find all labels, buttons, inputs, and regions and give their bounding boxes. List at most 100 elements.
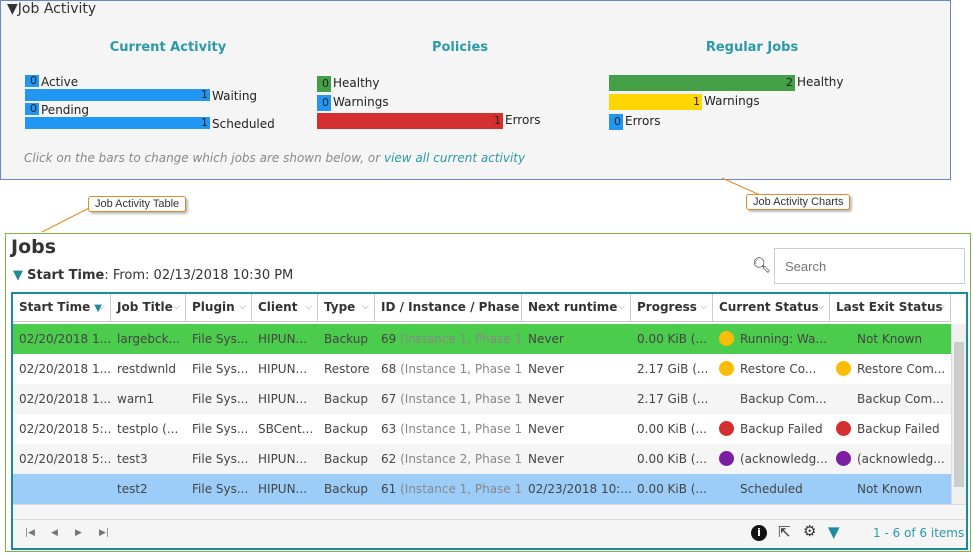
chevron-down-icon[interactable]: ⌵: [938, 294, 945, 321]
cell-cur: Backup Failed: [713, 414, 830, 444]
scroll-thumb[interactable]: [954, 342, 964, 487]
column-label: Next runtime: [528, 300, 618, 314]
jobs-panel: Jobs ▼ Start Time: From: 02/13/2018 10:3…: [5, 233, 971, 552]
column-header-start-time[interactable]: Start Time ▼ ⌵: [13, 294, 111, 322]
table-row[interactable]: 02/20/2018 1... warn1 File Sys... HIPUN... B…: [13, 384, 951, 414]
cell-plugin: File Sys...: [186, 384, 252, 414]
cell-type: Backup: [318, 414, 375, 444]
chevron-down-icon[interactable]: ⌵: [305, 294, 312, 321]
cell-client: HIPUN...: [252, 354, 318, 384]
cell-text: 68: [381, 362, 397, 376]
chevron-down-icon[interactable]: ⌵: [817, 294, 824, 321]
export-icon[interactable]: ⇱: [778, 523, 791, 541]
cell-text: HIPUN...: [258, 332, 308, 346]
prev-page-icon[interactable]: ◀: [51, 528, 58, 538]
table-row[interactable]: 02/20/2018 5:... test3 File Sys... HIPUN...…: [13, 444, 951, 474]
horizontal-scrollbar[interactable]: [13, 504, 966, 519]
job-activity-toggle[interactable]: ▼Job Activity: [7, 1, 96, 17]
filter-label: Start Time: [27, 268, 105, 283]
chevron-down-icon[interactable]: ⌵: [618, 294, 625, 321]
policies-bar-healthy[interactable]: 0: [317, 76, 331, 92]
cell-text: File Sys...: [192, 482, 249, 496]
pager: |◀ ◀ ▶ ▶| i ⇱ ⚙ ▼ 1 - 6 of 6 items: [13, 519, 966, 548]
cell-progress: 2.17 GiB (...: [631, 384, 713, 414]
callout-job-activity-charts: Job Activity Charts: [746, 194, 851, 210]
cell-text: (acknowledg...: [857, 452, 945, 466]
current-bar-scheduled[interactable]: 1: [25, 117, 210, 129]
chevron-down-icon[interactable]: ⌵: [362, 294, 369, 321]
cell-client: HIPUN...: [252, 444, 318, 474]
cell-client: HIPUN...: [252, 474, 318, 504]
current-bar-waiting[interactable]: 1: [25, 89, 210, 101]
column-label: Plugin: [192, 300, 235, 314]
column-header-type[interactable]: Type ⌵: [318, 294, 375, 322]
job-activity-title: Job Activity: [17, 1, 97, 17]
table-row[interactable]: test2 File Sys... HIPUN... Backup 61 (Instan…: [13, 474, 951, 504]
column-label: Start Time: [19, 300, 91, 314]
policies-title: Policies: [431, 40, 489, 55]
start-time-filter[interactable]: ▼ Start Time: From: 02/13/2018 10:30 PM: [13, 268, 293, 283]
policies-bar-warnings[interactable]: 0: [317, 95, 331, 111]
first-page-icon[interactable]: |◀: [25, 528, 35, 538]
column-header-current-status[interactable]: Current Status ⌵: [713, 294, 830, 322]
search-input[interactable]: [774, 248, 965, 284]
regular-bar-healthy[interactable]: 2: [609, 75, 795, 91]
last-page-icon[interactable]: ▶|: [99, 528, 109, 538]
policies-bar-errors[interactable]: 1: [317, 113, 503, 129]
cell-text: Never: [528, 422, 564, 436]
current-activity-title: Current Activity: [109, 40, 227, 55]
regular-label-warnings: Warnings: [704, 94, 760, 108]
chevron-down-icon[interactable]: ⌵: [509, 294, 516, 321]
current-label-scheduled: Scheduled: [212, 117, 275, 131]
next-page-icon[interactable]: ▶: [75, 528, 82, 538]
cell-last: Restore Com...: [830, 354, 951, 384]
cell-text: 67: [381, 392, 397, 406]
filter-icon[interactable]: ▼: [828, 523, 840, 541]
cell-next: Never: [522, 384, 631, 414]
cell-id: 61 (Instance 1, Phase 1): [375, 474, 522, 504]
cell-text: File Sys...: [192, 362, 249, 376]
current-bar-pending[interactable]: 0: [25, 103, 39, 115]
cell-next: Never: [522, 324, 631, 354]
chevron-down-icon[interactable]: ⌵: [239, 294, 246, 321]
cell-text: Never: [528, 332, 564, 346]
column-label: Type: [324, 300, 356, 314]
column-header-job-title[interactable]: Job Title ⌵: [111, 294, 186, 322]
cell-start: 02/20/2018 1...: [13, 354, 111, 384]
column-header-last-exit-status[interactable]: Last Exit Status ⌵: [830, 294, 951, 322]
chevron-down-icon[interactable]: ⌵: [700, 294, 707, 321]
cell-text: Never: [528, 392, 564, 406]
cell-text: 02/20/2018 5:...: [19, 422, 111, 436]
column-header-progress[interactable]: Progress ⌵: [631, 294, 713, 322]
cell-instance: (Instance 1, Phase 1): [400, 392, 522, 406]
cell-text: File Sys...: [192, 452, 249, 466]
column-label: Last Exit Status: [836, 300, 943, 314]
cell-text: Restore: [324, 362, 370, 376]
table-row[interactable]: 02/20/2018 1... restdwnld File Sys... HIPUN…: [13, 354, 951, 384]
column-header-id-instance-phase[interactable]: ID / Instance / Phase ⌵: [375, 294, 522, 322]
cell-text: 2.17 GiB (...: [637, 362, 709, 376]
column-label: Progress: [637, 300, 697, 314]
cell-type: Backup: [318, 444, 375, 474]
chevron-down-icon[interactable]: ⌵: [173, 294, 180, 321]
table-row[interactable]: 02/20/2018 5:... testplo (... File Sys... S…: [13, 414, 951, 444]
regular-bar-errors[interactable]: 0: [609, 114, 623, 130]
current-bar-active[interactable]: 0: [25, 75, 39, 87]
regular-bar-warnings[interactable]: 1: [609, 94, 702, 110]
cell-start: 02/20/2018 5:...: [13, 444, 111, 474]
cell-id: 69 (Instance 1, Phase 1): [375, 324, 522, 354]
vertical-scrollbar[interactable]: [951, 324, 966, 504]
cell-text: File Sys...: [192, 392, 249, 406]
column-header-client[interactable]: Client ⌵: [252, 294, 318, 322]
chevron-down-icon[interactable]: ⌵: [98, 294, 105, 321]
cell-text: Backup Com...: [857, 392, 944, 406]
status-dot-placeholder: [836, 391, 851, 406]
info-icon[interactable]: i: [751, 525, 767, 541]
column-label: Job Title: [117, 300, 173, 314]
column-header-next-runtime[interactable]: Next runtime ⌵: [522, 294, 631, 322]
view-all-activity-link[interactable]: view all current activity: [384, 151, 525, 165]
settings-icon[interactable]: ⚙: [803, 522, 816, 540]
column-header-plugin[interactable]: Plugin ⌵: [186, 294, 252, 322]
table-row[interactable]: 02/20/2018 1... largebck... File Sys... HIP…: [13, 324, 951, 354]
regular-jobs-title: Regular Jobs: [705, 40, 799, 55]
